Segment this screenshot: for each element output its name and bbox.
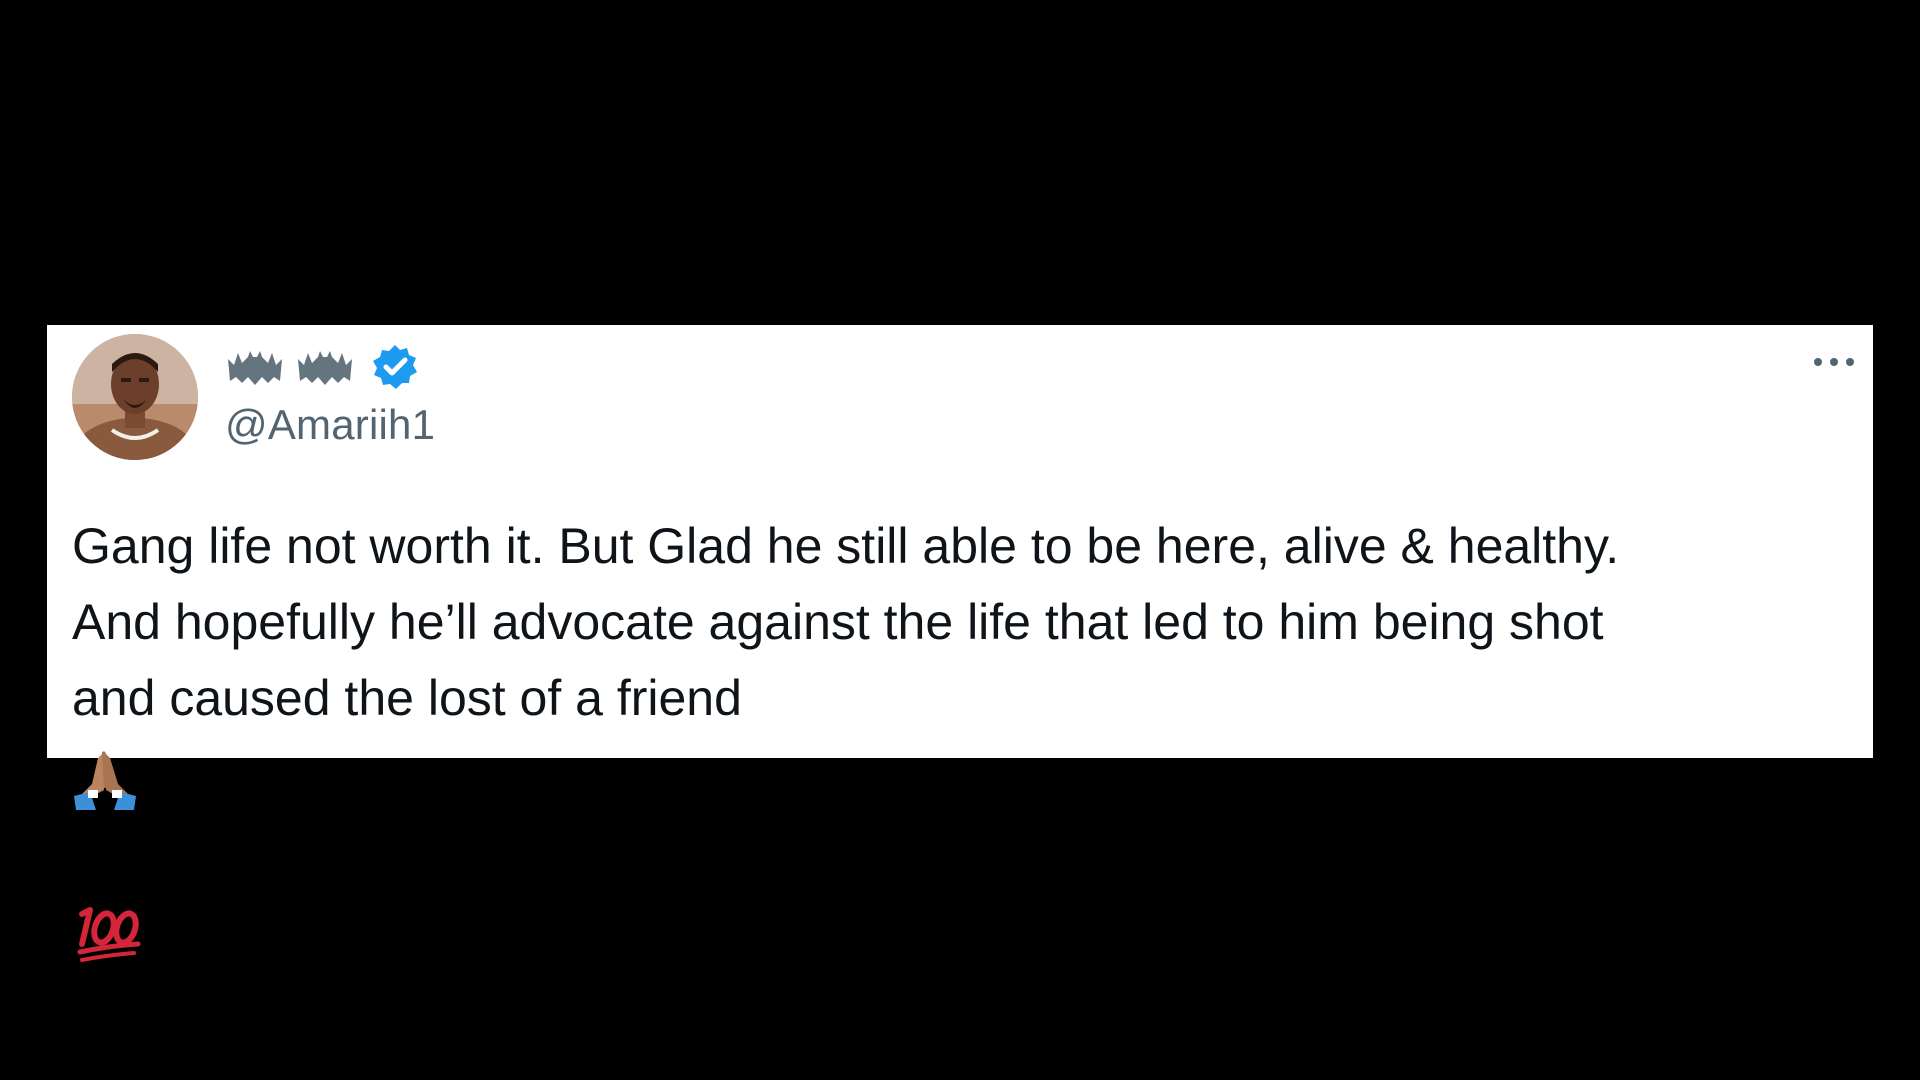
verified-badge-icon [370, 342, 420, 392]
hundred-points-icon [72, 900, 1832, 964]
tweet-text-line: And hopefully he’ll advocate against the… [72, 594, 1604, 650]
tweet-text: Gang life not worth it. But Glad he stil… [72, 508, 1832, 964]
display-name[interactable] [226, 343, 420, 391]
more-options-icon[interactable] [1809, 347, 1859, 377]
bat-icon [226, 347, 284, 387]
avatar[interactable] [72, 334, 198, 460]
folded-hands-icon [72, 748, 1832, 812]
bat-icon [296, 347, 354, 387]
tweet-text-line: Gang life not worth it. But Glad he stil… [72, 518, 1620, 574]
user-handle[interactable]: @Amariih1 [225, 401, 435, 449]
tweet-text-line: and caused the lost of a friend [72, 670, 742, 726]
avatar-photo [72, 334, 198, 460]
tweet-card[interactable]: @Amariih1 Gang life not worth it. But Gl… [47, 325, 1873, 962]
